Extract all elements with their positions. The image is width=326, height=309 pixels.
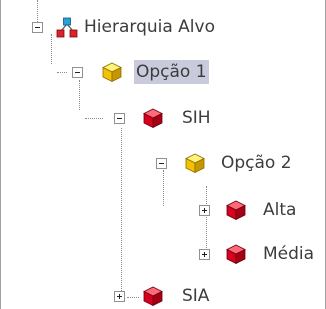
collapse-toggle[interactable] — [114, 113, 125, 124]
tree-node-opcao-2[interactable]: Opção 2 — [219, 151, 294, 175]
red-cube-icon — [142, 107, 164, 129]
collapse-toggle[interactable] — [32, 22, 43, 33]
red-cube-icon — [225, 243, 247, 265]
tree-connector — [79, 80, 80, 110]
tree-connector — [206, 186, 207, 250]
collapse-toggle[interactable] — [72, 67, 83, 78]
tree-node-hierarquia-alvo[interactable]: Hierarquia Alvo — [82, 15, 217, 39]
tree-view[interactable]: Hierarquia Alvo Opção 1 SIH Opção 2 Alta… — [0, 0, 326, 309]
tree-connector — [121, 128, 122, 293]
yellow-cube-icon — [101, 61, 123, 83]
tree-node-opcao-1[interactable]: Opção 1 — [134, 60, 209, 84]
tree-node-sih[interactable]: SIH — [180, 106, 213, 130]
expand-toggle[interactable] — [199, 205, 210, 216]
red-cube-icon — [225, 199, 247, 221]
yellow-cube-icon — [184, 152, 206, 174]
hierarchy-icon — [56, 16, 78, 38]
tree-connector — [85, 118, 103, 119]
tree-connector — [163, 170, 164, 206]
red-cube-icon — [142, 285, 164, 307]
collapse-toggle[interactable] — [156, 158, 167, 169]
tree-connector — [57, 72, 67, 73]
tree-node-media[interactable]: Média — [261, 242, 316, 266]
tree-connector — [127, 297, 139, 298]
tree-connector — [37, 0, 38, 22]
tree-node-sia[interactable]: SIA — [180, 284, 211, 308]
tree-node-alta[interactable]: Alta — [261, 198, 298, 222]
tree-connector — [51, 34, 52, 64]
expand-toggle[interactable] — [199, 249, 210, 260]
expand-toggle[interactable] — [114, 291, 125, 302]
